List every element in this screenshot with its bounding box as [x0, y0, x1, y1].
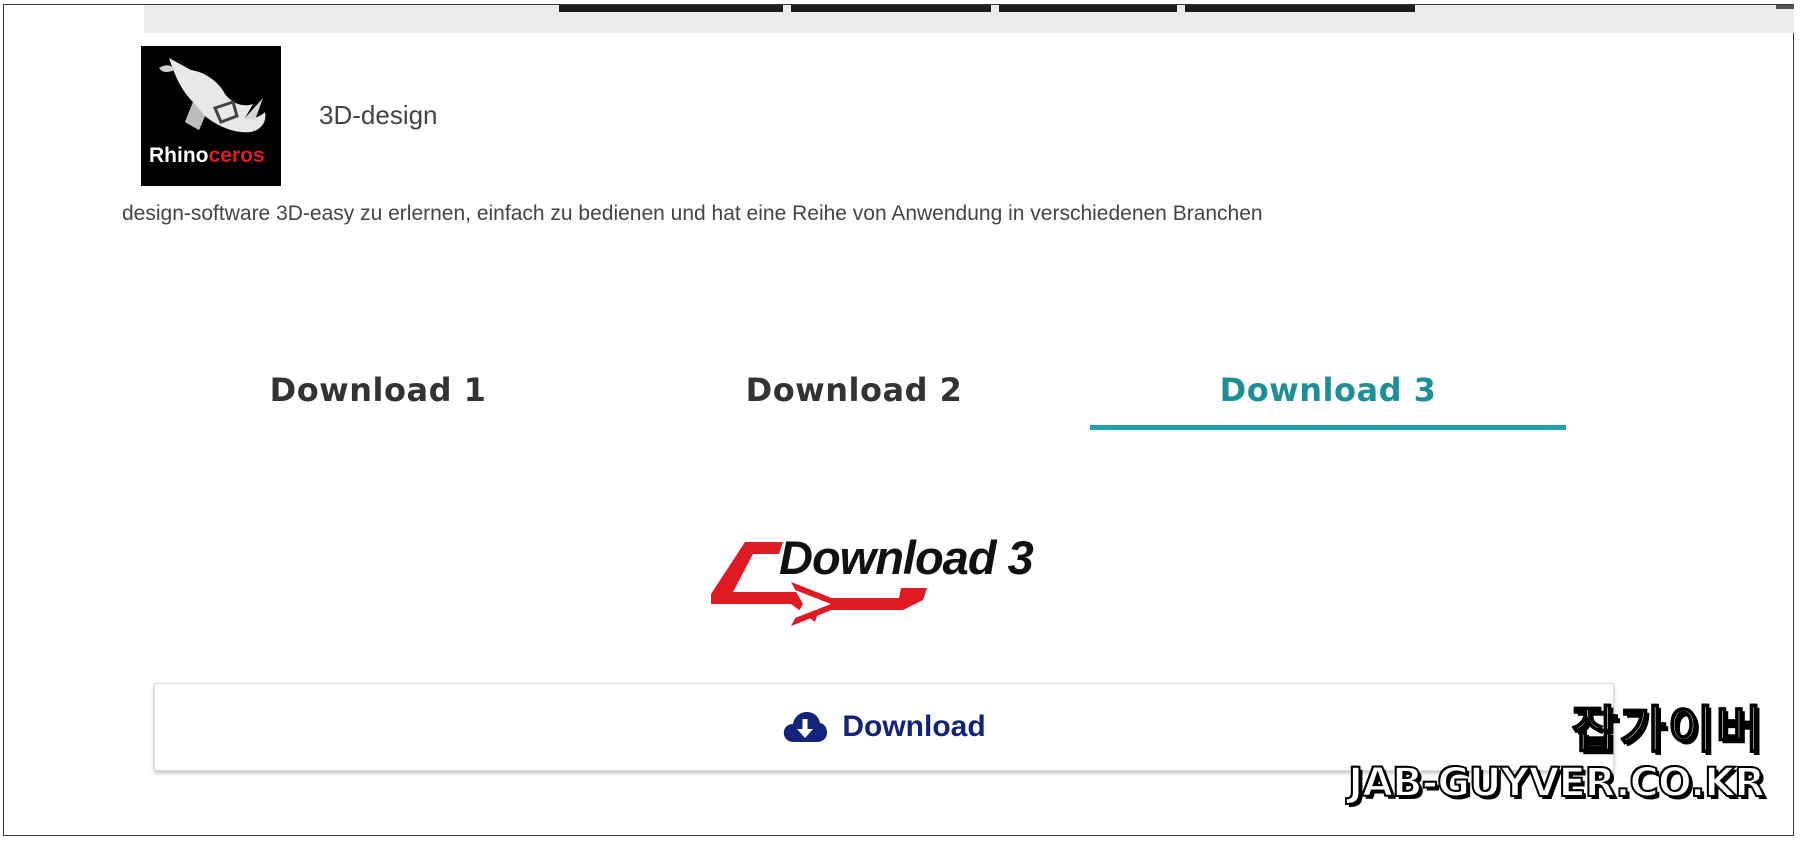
corner-indicator: [1776, 5, 1794, 9]
app-description: design-software 3D-easy zu erlernen, ein…: [122, 202, 1263, 225]
rhinoceros-logo: Rhinoceros: [141, 46, 281, 186]
watermark-domain: JAB-GUYVER.CO.KR: [1347, 759, 1766, 807]
nav-tab[interactable]: [999, 5, 1177, 12]
download-button-label: Download: [842, 710, 986, 743]
nav-tab[interactable]: [1185, 5, 1415, 12]
watermark-korean: 잡가이버: [1571, 700, 1764, 760]
download-tabs: Download 1 Download 2 Download 3: [140, 360, 1570, 430]
banner-text: Download 3: [779, 531, 1034, 584]
download-banner[interactable]: Download 3: [703, 530, 1063, 642]
tab-download-1[interactable]: Download 1: [140, 360, 616, 430]
nav-tab[interactable]: [559, 5, 783, 12]
nav-tab[interactable]: [791, 5, 991, 12]
tab-download-2[interactable]: Download 2: [616, 360, 1092, 430]
cloud-download-icon: [784, 712, 828, 742]
top-navigation-bar: [144, 5, 1794, 33]
app-category: 3D-design: [319, 100, 438, 130]
tab-download-3[interactable]: Download 3: [1090, 360, 1566, 430]
watermark: 잡가이버 JAB-GUYVER.CO.KR: [1347, 690, 1766, 807]
logo-wordmark: Rhinoceros: [149, 144, 265, 167]
